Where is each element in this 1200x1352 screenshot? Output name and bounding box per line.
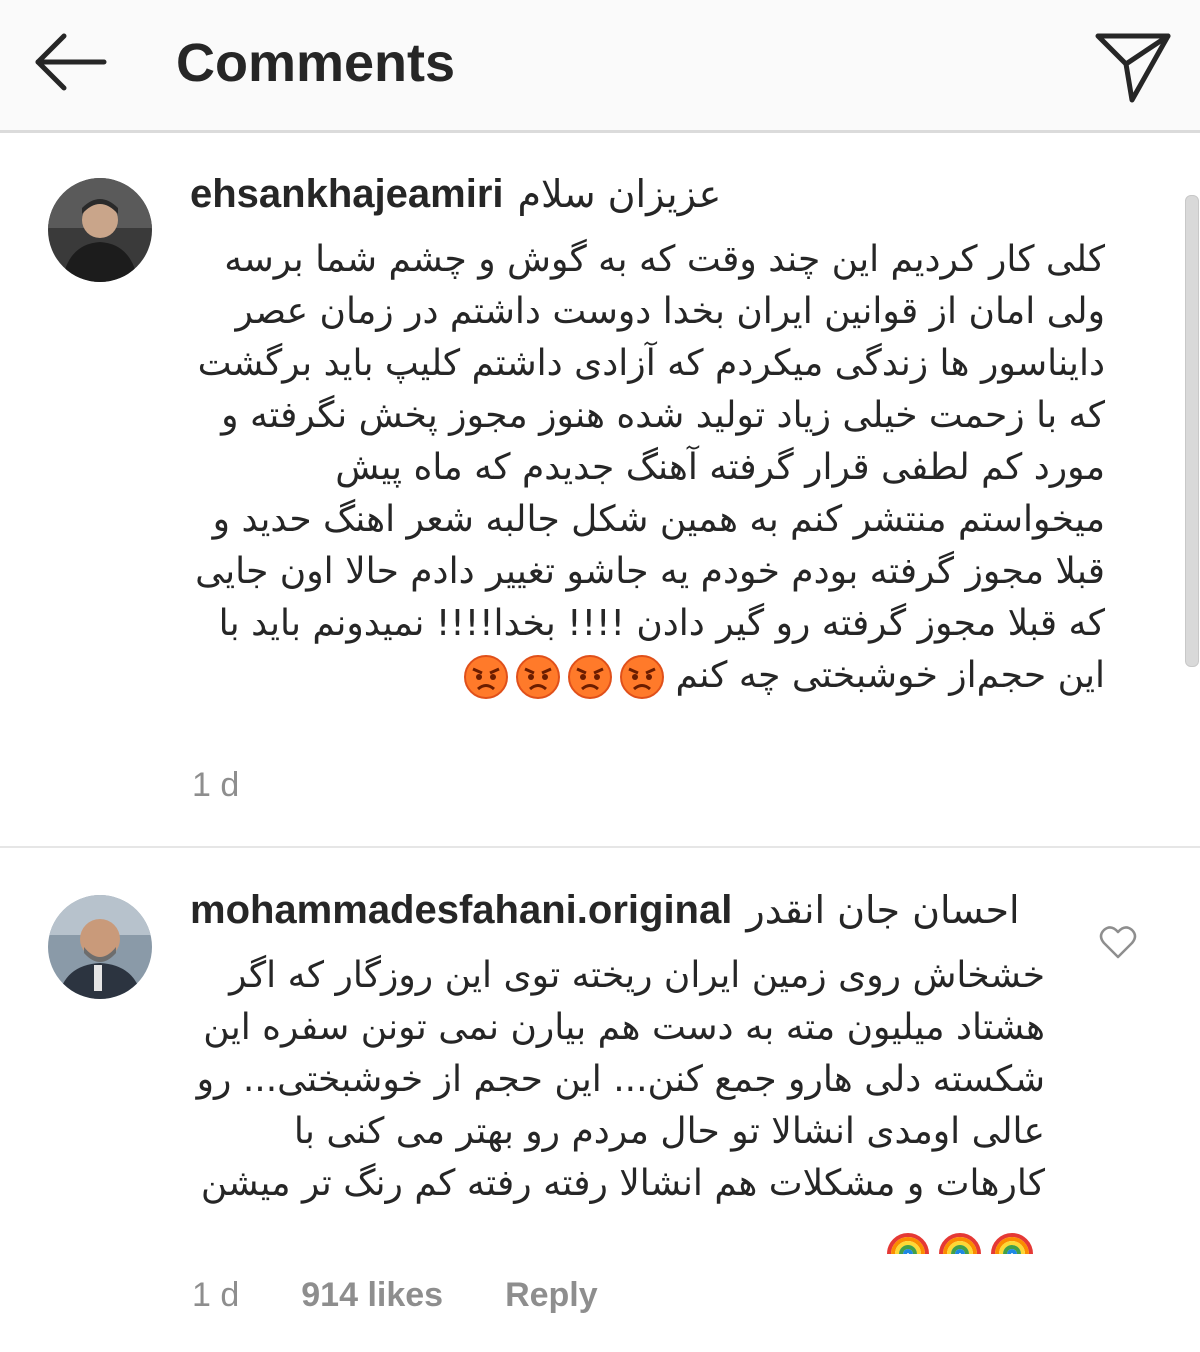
emoji-group [463,654,665,700]
comment-meta: 1 d [192,766,239,805]
scrollbar[interactable] [1185,195,1199,667]
comment-username[interactable]: ehsankhajeamiri [190,172,504,217]
share-button[interactable] [1090,18,1176,104]
comment-divider [0,846,1200,848]
comment-text-body: کلی کار کردیم این چند وقت که به گوش و چش… [195,239,1105,696]
angry-face-icon [516,655,561,699]
rainbow-icon [887,1233,929,1255]
page-title: Comments [176,33,456,93]
top-bar: Comments [0,0,1200,133]
emoji-group [885,1214,1035,1260]
comment-text-body: خشخاش روی زمین ایران ریخته توی این روزگا… [196,955,1045,1204]
comment-text: کلی کار کردیم این چند وقت که به گوش و چش… [190,234,1105,702]
likes-count[interactable]: 914 likes [301,1276,443,1315]
arrow-left-icon [35,33,107,91]
avatar[interactable] [48,895,152,999]
angry-face-icon [464,655,509,699]
comment-time: 1 d [192,766,240,804]
comment-time: 1 d [192,1276,240,1314]
comment-meta: 1 d 914 likes Reply [192,1276,598,1315]
heart-outline-icon[interactable] [1098,922,1138,962]
comment-text: خشخاش روی زمین ایران ریخته توی این روزگا… [190,950,1045,1262]
comment-first-line: احسان جان انقدر [746,888,1020,932]
back-button[interactable] [28,22,112,106]
angry-face-icon [620,655,665,699]
angry-face-icon [568,655,613,699]
comment-username[interactable]: mohammadesfahani.original [190,888,732,933]
comment-content: mohammadesfahani.original احسان جان انقد… [190,888,1045,1262]
profile-photo [48,895,152,999]
profile-photo [48,178,152,282]
comment-first-line: عزیزان سلام [517,172,722,216]
rainbow-icon [991,1233,1033,1255]
comment-content: ehsankhajeamiri عزیزان سلام کلی کار کردی… [190,172,1105,702]
paper-plane-icon [1095,33,1171,103]
reply-button[interactable]: Reply [505,1276,598,1315]
avatar[interactable] [48,178,152,282]
rainbow-icon [939,1233,981,1255]
